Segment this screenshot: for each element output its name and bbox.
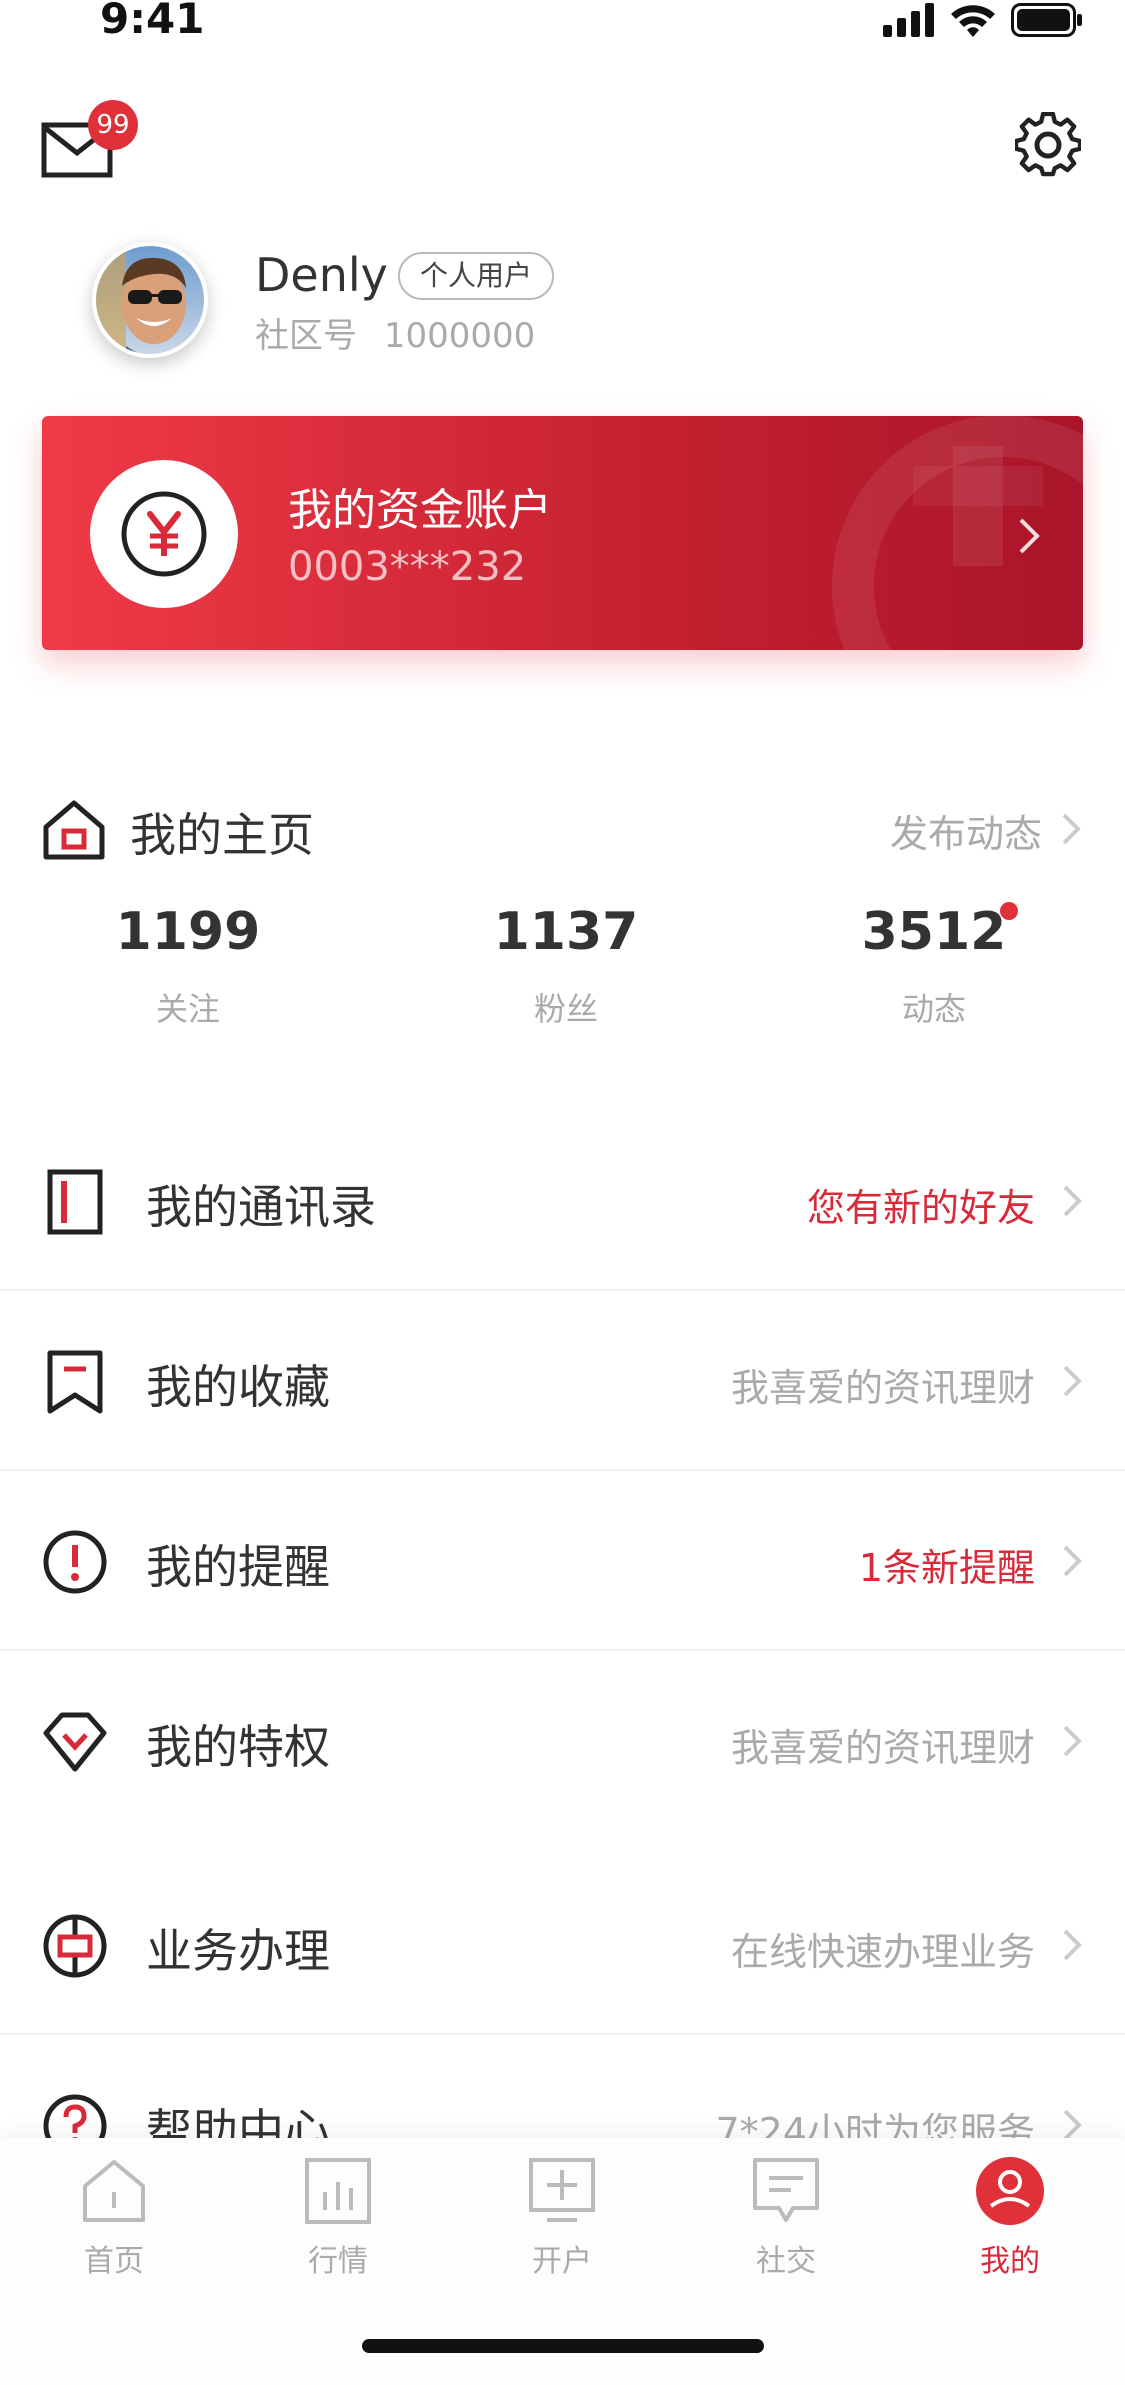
- diamond-icon: [43, 1712, 107, 1772]
- stat-value: 3512: [861, 902, 1007, 962]
- menu-title: 我的特权: [146, 1720, 330, 1774]
- wifi-icon: [951, 5, 995, 37]
- tab-home[interactable]: 首页: [44, 2156, 184, 2280]
- tab-market[interactable]: 行情: [268, 2156, 408, 2280]
- open-account-icon: [529, 2158, 595, 2222]
- home-icon: [43, 800, 105, 860]
- bookmark-icon: [47, 1350, 103, 1414]
- menu-business[interactable]: 业务办理 在线快速办理业务: [0, 1855, 1125, 2035]
- stat-label: 动态: [901, 990, 966, 1028]
- status-bar: 9:41: [0, 0, 1125, 44]
- contacts-icon: [47, 1169, 103, 1235]
- yen-icon-bg: [90, 460, 238, 608]
- stat-value: 1137: [493, 902, 639, 962]
- menu-subtitle: 我喜爱的资讯理财: [730, 1726, 1035, 1770]
- tab-label: 开户: [532, 2244, 592, 2279]
- menu-subtitle: 在线快速办理业务: [730, 1930, 1035, 1974]
- chevron-right-icon: [1063, 1929, 1082, 1961]
- chevron-right-icon: [1063, 1725, 1082, 1757]
- status-time: 9:41: [100, 0, 205, 43]
- watermark-logo-icon: [832, 416, 1083, 650]
- chevron-right-icon: [1019, 518, 1040, 554]
- menu-title: 业务办理: [146, 1924, 330, 1978]
- tab-social[interactable]: 社交: [716, 2156, 856, 2280]
- status-icons: [883, 0, 1083, 40]
- new-post-dot: [1000, 902, 1018, 920]
- home-indicator: [362, 2339, 764, 2353]
- community-label: 社区号: [255, 316, 357, 356]
- tab-label: 行情: [308, 2244, 368, 2279]
- battery-icon: [1011, 3, 1082, 37]
- stat-value: 1199: [115, 902, 261, 962]
- chevron-right-icon: [1063, 1185, 1082, 1217]
- menu-privileges[interactable]: 我的特权 我喜爱的资讯理财: [0, 1651, 1125, 1831]
- publish-post-link[interactable]: 发布动态: [890, 803, 1042, 858]
- business-icon: [43, 1914, 107, 1978]
- avatar[interactable]: [92, 242, 208, 358]
- stat-following[interactable]: 1199 关注: [58, 902, 318, 1030]
- menu-subtitle: 我喜爱的资讯理财: [730, 1366, 1035, 1410]
- menu-reminders[interactable]: 我的提醒 1条新提醒: [0, 1471, 1125, 1651]
- home-tab-icon: [83, 2160, 145, 2222]
- tab-profile[interactable]: 我的: [940, 2156, 1080, 2280]
- alert-icon: [43, 1530, 107, 1594]
- signal-icon: [883, 3, 934, 37]
- tab-label: 我的: [980, 2244, 1040, 2279]
- menu-contacts[interactable]: 我的通讯录 您有新的好友: [0, 1111, 1125, 1291]
- tab-label: 社交: [756, 2244, 816, 2279]
- mail-badge: 99: [88, 100, 138, 150]
- community-id: 1000000: [383, 316, 536, 356]
- fund-account-card[interactable]: 我的资金账户 0003***232: [42, 416, 1083, 650]
- yen-icon: [121, 491, 207, 577]
- tab-open-account[interactable]: 开户: [492, 2156, 632, 2280]
- username: Denly: [255, 248, 388, 302]
- settings-gear-icon[interactable]: [1015, 112, 1081, 178]
- menu-favorites[interactable]: 我的收藏 我喜爱的资讯理财: [0, 1291, 1125, 1471]
- stat-label: 粉丝: [533, 990, 598, 1028]
- profile-icon: [976, 2157, 1044, 2225]
- card-title: 我的资金账户: [288, 485, 552, 536]
- chevron-right-icon: [1063, 1365, 1082, 1397]
- tab-label: 首页: [84, 2244, 144, 2279]
- user-type-badge: 个人用户: [398, 252, 555, 300]
- social-icon: [753, 2158, 819, 2222]
- stat-fans[interactable]: 1137 粉丝: [436, 902, 696, 1030]
- menu-subtitle: 您有新的好友: [806, 1186, 1035, 1230]
- menu-title: 我的收藏: [146, 1360, 330, 1414]
- chevron-right-icon: [1063, 1545, 1082, 1577]
- homepage-title: 我的主页: [130, 808, 314, 862]
- community-info: 社区号 1000000: [255, 308, 535, 357]
- stat-label: 关注: [155, 990, 220, 1028]
- chevron-right-icon: [1062, 813, 1081, 845]
- card-account-number: 0003***232: [288, 544, 527, 590]
- stat-posts[interactable]: 3512 动态: [804, 902, 1064, 1030]
- menu-subtitle: 1条新提醒: [858, 1546, 1035, 1590]
- avatar-image: [96, 246, 204, 354]
- homepage-header[interactable]: 我的主页 发布动态: [42, 795, 1082, 865]
- market-icon: [305, 2158, 371, 2224]
- menu-title: 我的提醒: [146, 1540, 330, 1594]
- menu-title: 我的通讯录: [146, 1180, 376, 1234]
